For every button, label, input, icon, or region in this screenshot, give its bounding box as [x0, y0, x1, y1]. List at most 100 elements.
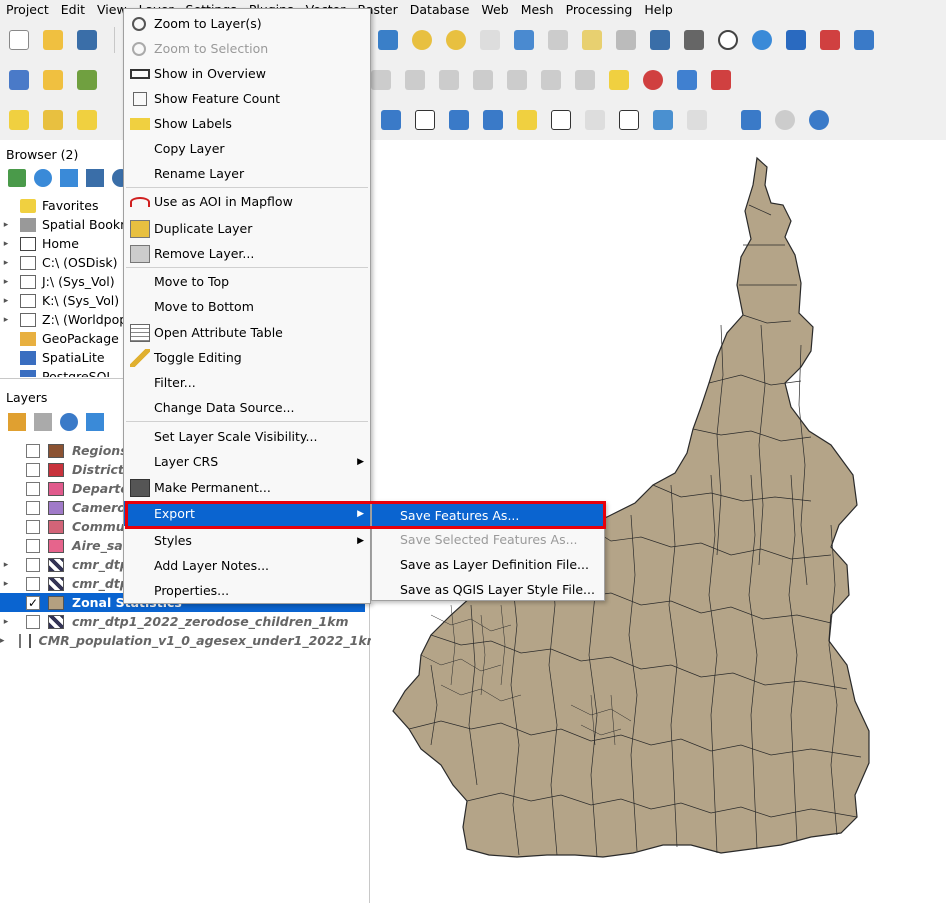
label-pin-icon[interactable] — [674, 67, 700, 93]
layer-checkbox[interactable] — [26, 500, 40, 515]
zoom-full-icon[interactable] — [375, 27, 401, 53]
temporal-icon[interactable] — [715, 27, 741, 53]
collapse-all-icon[interactable] — [86, 169, 104, 187]
edit-tools-icon[interactable] — [368, 67, 394, 93]
menu-item-export[interactable]: Export ▶ — [124, 501, 370, 526]
layer-checkbox[interactable]: ✓ — [26, 595, 40, 610]
menu-help[interactable]: Help — [638, 0, 679, 20]
undo-icon[interactable] — [538, 67, 564, 93]
menu-item-duplicate-layer[interactable]: Duplicate Layer — [124, 216, 370, 241]
menu-project[interactable]: Project — [0, 0, 55, 20]
menu-item-use-as-aoi[interactable]: Use as AOI in Mapflow — [124, 189, 370, 214]
zoom-in-icon[interactable] — [409, 27, 435, 53]
menu-item-layer-crs[interactable]: Layer CRS ▶ — [124, 449, 370, 474]
menu-item-zoom-to-selection[interactable]: Zoom to Selection — [124, 36, 370, 61]
label-hide-icon[interactable] — [708, 67, 734, 93]
menu-mesh[interactable]: Mesh — [515, 0, 560, 20]
menu-item-move-to-bottom[interactable]: Move to Bottom — [124, 294, 370, 319]
add-group-icon[interactable] — [34, 413, 52, 431]
html-annotation-icon[interactable] — [684, 107, 710, 133]
menu-item-rename-layer[interactable]: Rename Layer — [124, 161, 370, 186]
menu-item-show-in-overview[interactable]: Show in Overview — [124, 61, 370, 86]
layer-checkbox[interactable] — [26, 519, 40, 534]
visibility-icon[interactable] — [60, 413, 78, 431]
save-project-icon[interactable] — [74, 27, 100, 53]
paste-features-icon[interactable] — [436, 67, 462, 93]
georef-icon[interactable] — [738, 107, 764, 133]
crosshair-icon[interactable] — [772, 107, 798, 133]
diagram-icon[interactable] — [640, 67, 666, 93]
menu-item-move-to-top[interactable]: Move to Top — [124, 269, 370, 294]
copy-features-icon[interactable] — [402, 67, 428, 93]
layer-checkbox[interactable] — [26, 443, 40, 458]
layer-checkbox[interactable] — [26, 538, 40, 553]
zoom-out-icon[interactable] — [443, 27, 469, 53]
select-by-value-icon[interactable] — [40, 107, 66, 133]
menu-processing[interactable]: Processing — [560, 0, 639, 20]
layer-checkbox[interactable] — [26, 557, 40, 572]
add-text-icon[interactable] — [548, 107, 574, 133]
refresh-icon[interactable] — [34, 169, 52, 187]
label-abc-icon[interactable] — [606, 67, 632, 93]
menu-edit[interactable]: Edit — [55, 0, 91, 20]
menu-item-show-labels[interactable]: Show Labels — [124, 111, 370, 136]
data-source-manager-icon[interactable] — [6, 67, 32, 93]
refresh-icon[interactable] — [749, 27, 775, 53]
add-line-icon[interactable] — [480, 107, 506, 133]
add-polygon-icon[interactable] — [446, 107, 472, 133]
menu-item-zoom-to-layer[interactable]: Zoom to Layer(s) — [124, 11, 370, 36]
zoom-layer-icon[interactable] — [545, 27, 571, 53]
layer-checkbox[interactable] — [18, 633, 21, 648]
text-frame-icon[interactable] — [616, 107, 642, 133]
picture-icon[interactable] — [650, 107, 676, 133]
zoom-selection-icon[interactable] — [511, 27, 537, 53]
zoom-next-icon[interactable] — [613, 27, 639, 53]
settings-icon[interactable] — [851, 27, 877, 53]
identify-icon[interactable] — [783, 27, 809, 53]
zoom-last-icon[interactable] — [579, 27, 605, 53]
menu-item-change-data-source[interactable]: Change Data Source... — [124, 395, 370, 420]
menu-item-save-qgis-style[interactable]: Save as QGIS Layer Style File... — [372, 577, 604, 602]
new-project-icon[interactable] — [6, 27, 32, 53]
layer-checkbox[interactable] — [26, 481, 40, 496]
menu-database[interactable]: Database — [404, 0, 476, 20]
zoom-native-icon[interactable] — [477, 27, 503, 53]
filter-icon[interactable] — [60, 169, 78, 187]
layer-item[interactable]: ▸ CMR_population_v1_0_agesex_under1_2022_… — [0, 631, 386, 650]
menu-item-show-feature-count[interactable]: Show Feature Count — [124, 86, 370, 111]
redo-icon[interactable] — [572, 67, 598, 93]
menu-item-save-selected-features-as[interactable]: Save Selected Features As... — [372, 527, 604, 552]
menu-item-make-permanent[interactable]: Make Permanent... — [124, 475, 370, 500]
style-manager-icon[interactable] — [8, 413, 26, 431]
layer-item[interactable]: ▸ cmr_dtp1_2022_zerodose_children_1km — [0, 612, 365, 631]
add-selected-layers-icon[interactable] — [8, 169, 26, 187]
menu-item-copy-layer[interactable]: Copy Layer — [124, 136, 370, 161]
menu-item-filter[interactable]: Filter... — [124, 370, 370, 395]
select-features-icon[interactable] — [6, 107, 32, 133]
deselect-icon[interactable] — [74, 107, 100, 133]
menu-web[interactable]: Web — [475, 0, 514, 20]
label-curve-icon[interactable] — [582, 107, 608, 133]
menu-item-open-attribute-table[interactable]: Open Attribute Table — [124, 320, 370, 345]
menu-item-save-layer-definition[interactable]: Save as Layer Definition File... — [372, 552, 604, 577]
layer-checkbox[interactable] — [26, 576, 40, 591]
menu-item-add-layer-notes[interactable]: Add Layer Notes... — [124, 553, 370, 578]
new-layer-icon[interactable] — [40, 67, 66, 93]
menu-item-save-features-as[interactable]: Save Features As... — [372, 503, 604, 528]
bookmark-icon[interactable] — [647, 27, 673, 53]
menu-item-remove-layer[interactable]: Remove Layer... — [124, 241, 370, 266]
text-annotation-icon[interactable] — [378, 107, 404, 133]
menu-item-properties[interactable]: Properties... — [124, 578, 370, 603]
delete-selected-icon[interactable] — [470, 67, 496, 93]
statistics-icon[interactable] — [817, 27, 843, 53]
layer-checkbox[interactable] — [26, 462, 40, 477]
filter-legend-icon[interactable] — [86, 413, 104, 431]
digitize-icon[interactable] — [74, 67, 100, 93]
gps-icon[interactable] — [806, 107, 832, 133]
show-bookmarks-icon[interactable] — [681, 27, 707, 53]
cut-features-icon[interactable] — [504, 67, 530, 93]
pointer-icon[interactable] — [412, 107, 438, 133]
layer-checkbox[interactable] — [26, 614, 40, 629]
menu-item-styles[interactable]: Styles ▶ — [124, 528, 370, 553]
menu-item-toggle-editing[interactable]: Toggle Editing — [124, 345, 370, 370]
